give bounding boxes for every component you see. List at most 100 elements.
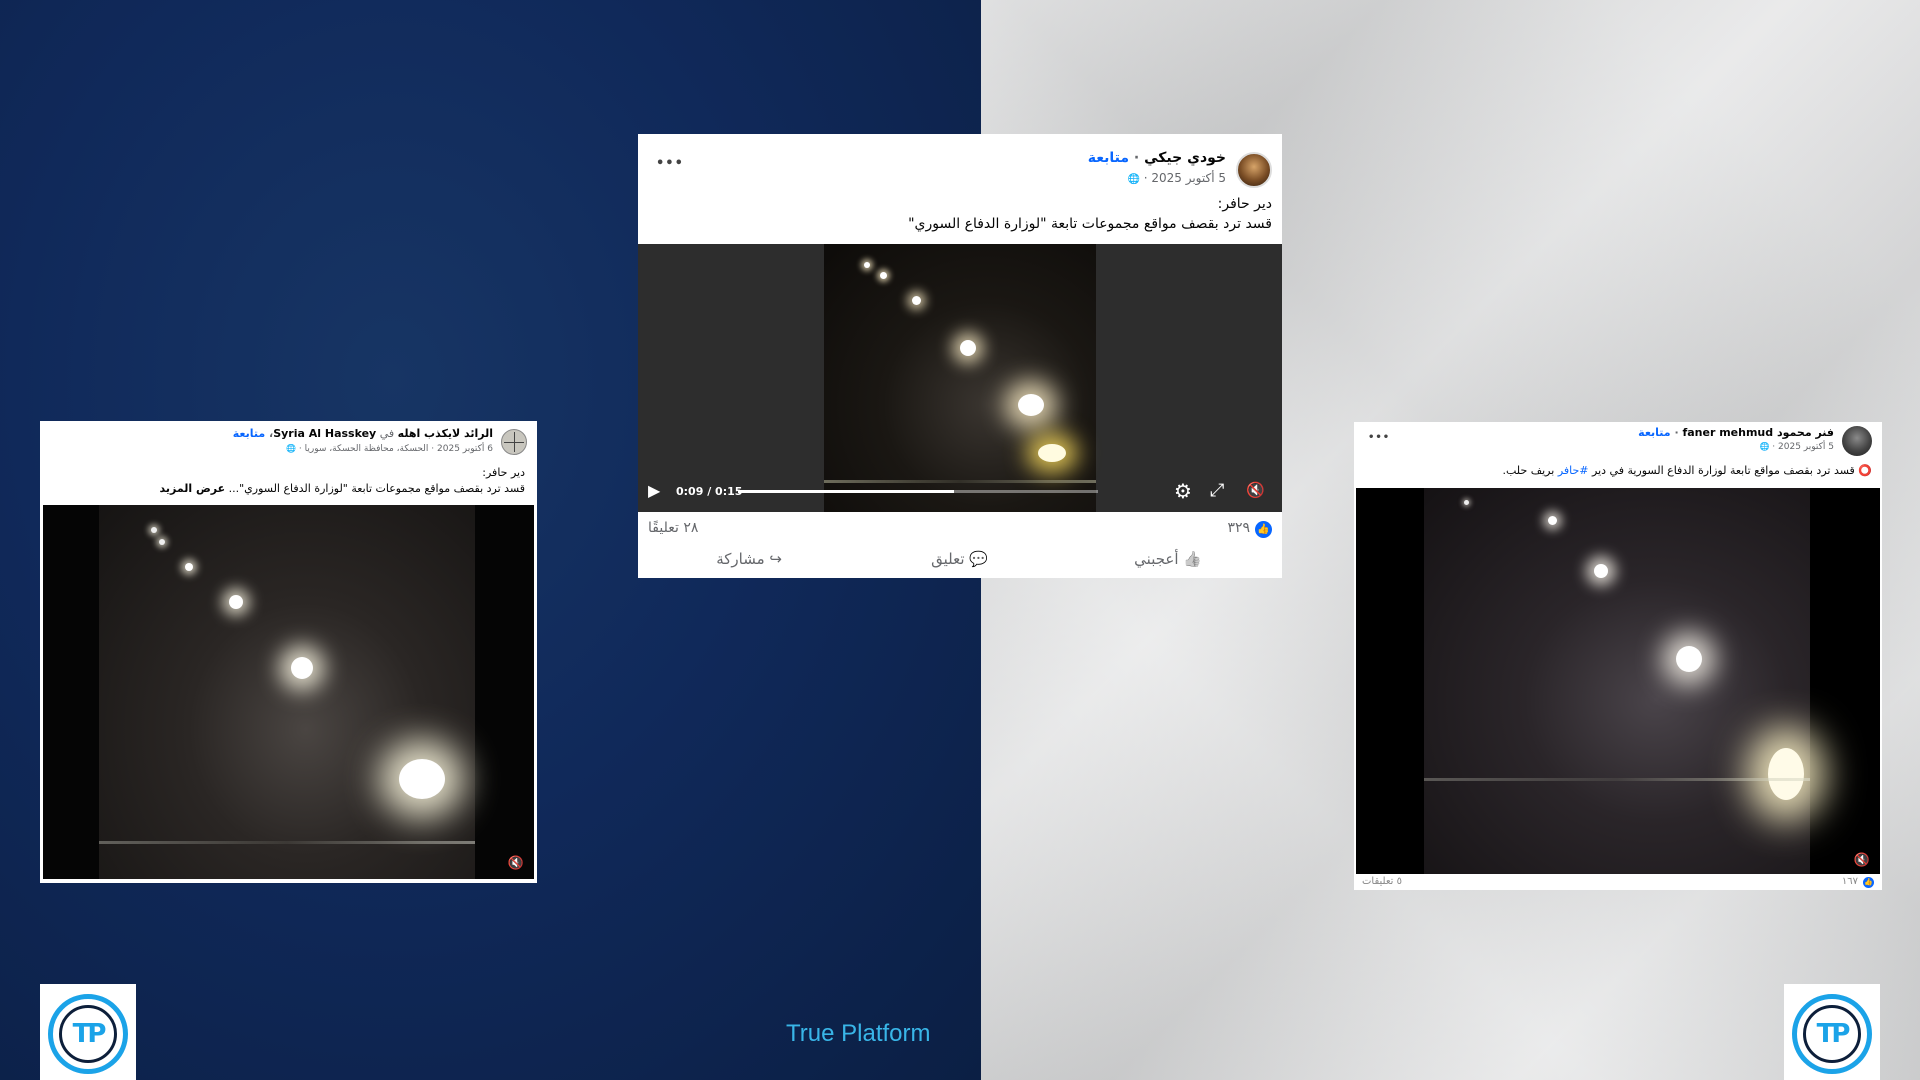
follow-link[interactable]: متابعة bbox=[233, 427, 265, 440]
globe-icon: 🌐 bbox=[1759, 442, 1770, 451]
share-label: مشاركة bbox=[716, 550, 765, 568]
settings-icon[interactable]: ⚙ bbox=[1174, 479, 1192, 503]
see-more-link[interactable]: عرض المزيد bbox=[160, 482, 226, 495]
flare-ground bbox=[1038, 444, 1066, 462]
play-icon[interactable]: ▶ bbox=[648, 481, 660, 500]
avatar[interactable] bbox=[1236, 152, 1272, 188]
flare-4 bbox=[229, 595, 243, 609]
flare-2 bbox=[159, 539, 165, 545]
comment-icon: 💬 bbox=[969, 550, 988, 568]
reactions-count[interactable]: ١٦٧ bbox=[1842, 876, 1858, 887]
separator: · bbox=[1670, 426, 1683, 439]
post-text-line-1: دير حافر: bbox=[1217, 196, 1272, 212]
logo-text: TP bbox=[1816, 1019, 1851, 1049]
brand-label: True Platform bbox=[786, 1020, 931, 1047]
post-text: ⭕ قسد ترد بقصف مواقع تابعة لوزارة الدفاع… bbox=[1503, 464, 1873, 477]
brand-logo-right: TP bbox=[1784, 984, 1880, 1080]
group-name[interactable]: Syria Al Hasskey bbox=[273, 427, 376, 440]
flare-4 bbox=[1676, 646, 1702, 672]
video-progress-bar[interactable] bbox=[738, 490, 1098, 493]
flare-2 bbox=[880, 272, 887, 279]
flare-ground bbox=[1768, 748, 1804, 800]
logo-mark: TP bbox=[59, 1005, 117, 1063]
post-date[interactable]: 6 أكتوبر 2025 · الحسكة، محافظة الحسكة، س… bbox=[296, 444, 493, 454]
comments-count[interactable]: ٥ تعليقات bbox=[1362, 876, 1402, 887]
post-text: قسد ترد بقصف مواقع مجموعات تابعة "لوزارة… bbox=[225, 482, 525, 495]
ground-lights bbox=[99, 841, 475, 844]
post-right: فنر محمود faner mehmud · متابعة 5 أكتوبر… bbox=[1354, 422, 1882, 890]
flare-5 bbox=[1018, 394, 1044, 416]
flare-6 bbox=[399, 759, 445, 799]
globe-icon: 🌐 bbox=[286, 444, 297, 453]
flare-2 bbox=[1548, 516, 1557, 525]
post-stats: 👍 ٣٢٩ ٢٨ تعليقًا bbox=[638, 518, 1282, 544]
in-word: في bbox=[376, 427, 398, 440]
comments-count[interactable]: ٢٨ تعليقًا bbox=[648, 520, 698, 536]
brand-logo-left: TP bbox=[40, 984, 136, 1080]
avatar[interactable] bbox=[1842, 426, 1872, 456]
video-controls: ▶ 0:09 / 0:15 ⚙ ⤢ 🔇 bbox=[638, 472, 1282, 512]
author-line: فنر محمود faner mehmud · متابعة bbox=[1638, 426, 1834, 439]
reactions-count[interactable]: ٣٢٩ bbox=[1227, 520, 1250, 536]
video-time: 0:09 / 0:15 bbox=[676, 485, 743, 498]
post-text-a: قسد ترد بقصف مواقع تابعة لوزارة الدفاع ا… bbox=[1588, 464, 1859, 477]
crosshair-line bbox=[504, 442, 524, 443]
separator: · bbox=[1129, 150, 1145, 166]
video-frame bbox=[99, 505, 475, 879]
flare-4 bbox=[960, 340, 976, 356]
post-date[interactable]: 5 أكتوبر 2025 · bbox=[1769, 442, 1834, 452]
logo-text: TP bbox=[72, 1019, 107, 1049]
flare-3 bbox=[185, 563, 193, 571]
video-player[interactable]: ▶ 0:09 / 0:15 ⚙ ⤢ 🔇 bbox=[638, 244, 1282, 512]
fullscreen-icon[interactable]: ⤢ bbox=[1210, 480, 1224, 501]
follow-link[interactable]: متابعة bbox=[1638, 426, 1670, 439]
separator: ، bbox=[265, 427, 274, 440]
mute-icon[interactable]: 🔇 bbox=[1854, 853, 1870, 868]
like-button[interactable]: 👍 أعجبني bbox=[1134, 550, 1202, 568]
video-frame bbox=[1424, 488, 1810, 874]
post-date[interactable]: 5 أكتوبر 2025 · bbox=[1140, 171, 1226, 185]
post-text-line-2: قسد ترد بقصف مواقع مجموعات تابعة "لوزارة… bbox=[160, 482, 525, 495]
author-name[interactable]: خودي جيكي bbox=[1144, 150, 1226, 166]
avatar[interactable] bbox=[501, 429, 527, 455]
video-player[interactable]: 🔇 bbox=[43, 505, 534, 879]
share-button[interactable]: ↪ مشاركة bbox=[716, 550, 782, 568]
author-line: خودي جيكي · متابعة bbox=[1088, 150, 1226, 166]
mute-icon[interactable]: 🔇 bbox=[508, 856, 524, 871]
post-text-line-1: دير حافر: bbox=[482, 466, 525, 479]
flare-1 bbox=[1464, 500, 1469, 505]
more-options-icon[interactable]: ••• bbox=[1368, 432, 1390, 443]
post-text-line-2: قسد ترد بقصف مواقع مجموعات تابعة "لوزارة… bbox=[908, 216, 1272, 232]
post-meta: 5 أكتوبر 2025 · 🌐 bbox=[1759, 442, 1834, 452]
logo-ring: TP bbox=[48, 994, 128, 1074]
mute-icon[interactable]: 🔇 bbox=[1246, 481, 1265, 499]
video-progress-fill bbox=[738, 490, 954, 493]
share-icon: ↪ bbox=[769, 550, 782, 568]
post-meta: 5 أكتوبر 2025 · 🌐 bbox=[1127, 171, 1226, 185]
video-player[interactable]: 🔇 bbox=[1356, 488, 1880, 874]
comment-button[interactable]: 💬 تعليق bbox=[931, 550, 988, 568]
comment-label: تعليق bbox=[931, 550, 965, 568]
more-options-icon[interactable]: ••• bbox=[656, 156, 684, 171]
logo-ring: TP bbox=[1792, 994, 1872, 1074]
post-actions: 👍 أعجبني 💬 تعليق ↪ مشاركة bbox=[638, 544, 1282, 578]
post-stats: 👍 ١٦٧ ٥ تعليقات bbox=[1354, 876, 1882, 890]
flare-1 bbox=[151, 527, 157, 533]
logo-mark: TP bbox=[1803, 1005, 1861, 1063]
post-center: خودي جيكي · متابعة 5 أكتوبر 2025 · 🌐 •••… bbox=[638, 134, 1282, 578]
like-icon: 👍 bbox=[1183, 550, 1202, 568]
author-name[interactable]: فنر محمود faner mehmud bbox=[1682, 426, 1834, 439]
flare-3 bbox=[912, 296, 921, 305]
flare-3 bbox=[1594, 564, 1608, 578]
globe-icon: 🌐 bbox=[1127, 174, 1140, 185]
author-name[interactable]: الرائد لايكذب اهله bbox=[398, 427, 493, 440]
post-text-b: بريف حلب. bbox=[1502, 464, 1558, 477]
flare-1 bbox=[864, 262, 870, 268]
like-reaction-icon: 👍 bbox=[1255, 521, 1272, 538]
follow-link[interactable]: متابعة bbox=[1088, 150, 1129, 166]
flare-5 bbox=[291, 657, 313, 679]
hashtag-link[interactable]: #حافر bbox=[1558, 464, 1589, 477]
like-label: أعجبني bbox=[1134, 550, 1179, 568]
red-circle-icon: ⭕ bbox=[1858, 464, 1872, 477]
post-left: الرائد لايكذب اهله في Syria Al Hasskey، … bbox=[40, 421, 537, 883]
